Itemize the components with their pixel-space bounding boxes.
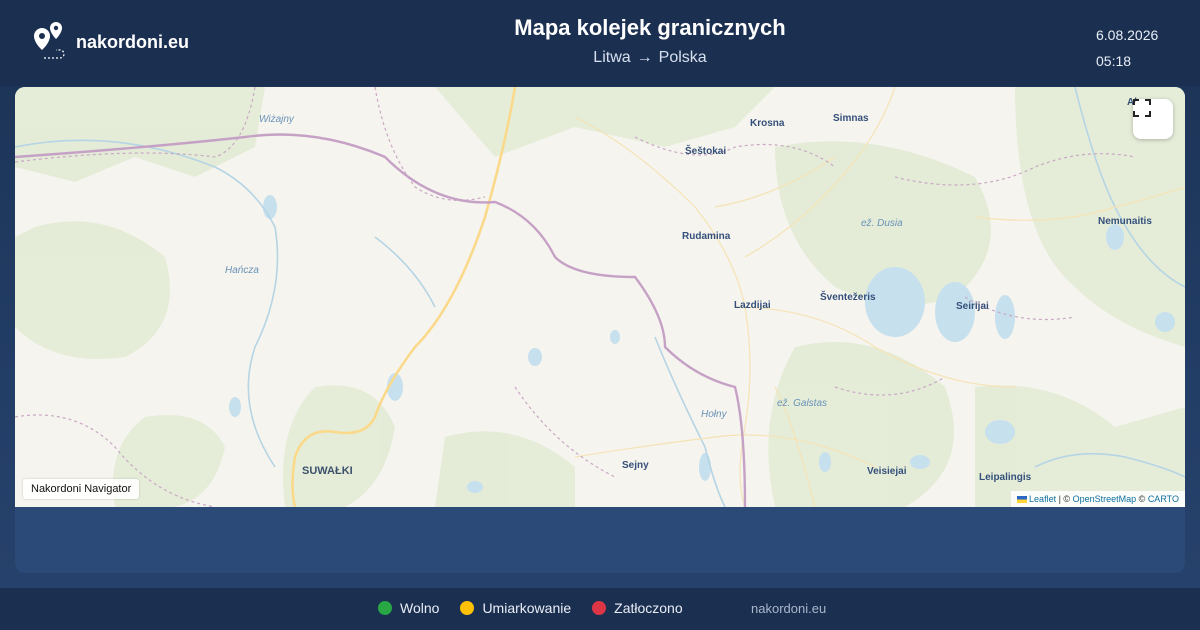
legend: Wolno Umiarkowanie Zatłoczono xyxy=(378,600,704,616)
place-label: Nemunaitis xyxy=(1098,216,1152,227)
water-label: Wiżajny xyxy=(259,114,294,125)
navigator-label: Nakordoni Navigator xyxy=(23,479,140,499)
brand[interactable]: nakordoni.eu xyxy=(24,22,189,64)
legend-item-free: Wolno xyxy=(378,600,439,616)
place-label: Šventežeris xyxy=(820,292,876,303)
place-label: Krosna xyxy=(750,118,785,129)
header: nakordoni.eu Mapa kolejek granicznych Li… xyxy=(0,0,1200,86)
brand-name: nakordoni.eu xyxy=(76,31,190,52)
map-attribution: Leaflet | © OpenStreetMap © CARTO xyxy=(1011,491,1185,507)
attribution-separator: © xyxy=(1138,494,1146,504)
place-label: Seirijai xyxy=(956,301,989,312)
place-label: Sejny xyxy=(622,460,649,471)
page-title: Mapa kolejek granicznych xyxy=(514,15,786,40)
fullscreen-button[interactable] xyxy=(1133,99,1173,139)
legend-item-moderate: Umiarkowanie xyxy=(460,600,571,616)
place-label: Lazdijai xyxy=(734,300,771,311)
water-label: ež. Galstas xyxy=(777,398,828,409)
route-from: Litwa xyxy=(593,49,631,66)
title-block: Mapa kolejek granicznych Litwa → Polska xyxy=(300,14,1000,67)
map-pins-logo-icon xyxy=(34,22,65,59)
status-dot-green xyxy=(378,601,392,615)
current-date: 6.08.2026 xyxy=(1096,27,1159,43)
map-view[interactable]: Krosna Simnas Šeštokai Rudamina Nemunait… xyxy=(15,87,1185,507)
water-label: Hańcza xyxy=(225,265,259,276)
ukraine-flag-icon xyxy=(1017,496,1028,503)
osm-link[interactable]: OpenStreetMap xyxy=(1073,494,1137,504)
status-dot-red xyxy=(592,601,607,615)
water-label: ež. Dusia xyxy=(861,218,903,229)
route-subtitle: Litwa → Polska xyxy=(300,49,1000,67)
map-base-layer xyxy=(15,87,1185,507)
place-label: Simnas xyxy=(833,113,869,124)
water-label: Hołny xyxy=(701,409,727,420)
place-label: Šeštokai xyxy=(685,146,727,157)
leaflet-link[interactable]: Leaflet xyxy=(1029,494,1056,504)
route-arrow: → xyxy=(636,49,653,66)
place-label: Veisiejai xyxy=(867,466,907,477)
expand-icon xyxy=(1133,99,1151,117)
carto-link[interactable]: CARTO xyxy=(1148,494,1179,504)
attribution-separator: | © xyxy=(1058,494,1071,504)
legend-item-crowded: Zatłoczono xyxy=(592,600,683,616)
current-time: 05:18 xyxy=(1096,53,1132,69)
city-label: SUWAŁKI xyxy=(302,465,353,477)
place-label: Rudamina xyxy=(682,231,731,242)
footer: Wolno Umiarkowanie Zatłoczono nakordoni.… xyxy=(0,588,1200,630)
datetime: 6.08.2026 05:18 xyxy=(1096,22,1176,74)
legend-label: Wolno xyxy=(400,600,440,616)
status-dot-yellow xyxy=(460,601,475,615)
route-to: Polska xyxy=(658,49,707,66)
footer-site-link[interactable]: nakordoni.eu xyxy=(751,601,826,616)
place-label: Leipalingis xyxy=(979,472,1032,483)
legend-label: Zatłoczono xyxy=(614,600,683,616)
map-card: Krosna Simnas Šeštokai Rudamina Nemunait… xyxy=(15,87,1185,573)
legend-label: Umiarkowanie xyxy=(482,600,572,616)
